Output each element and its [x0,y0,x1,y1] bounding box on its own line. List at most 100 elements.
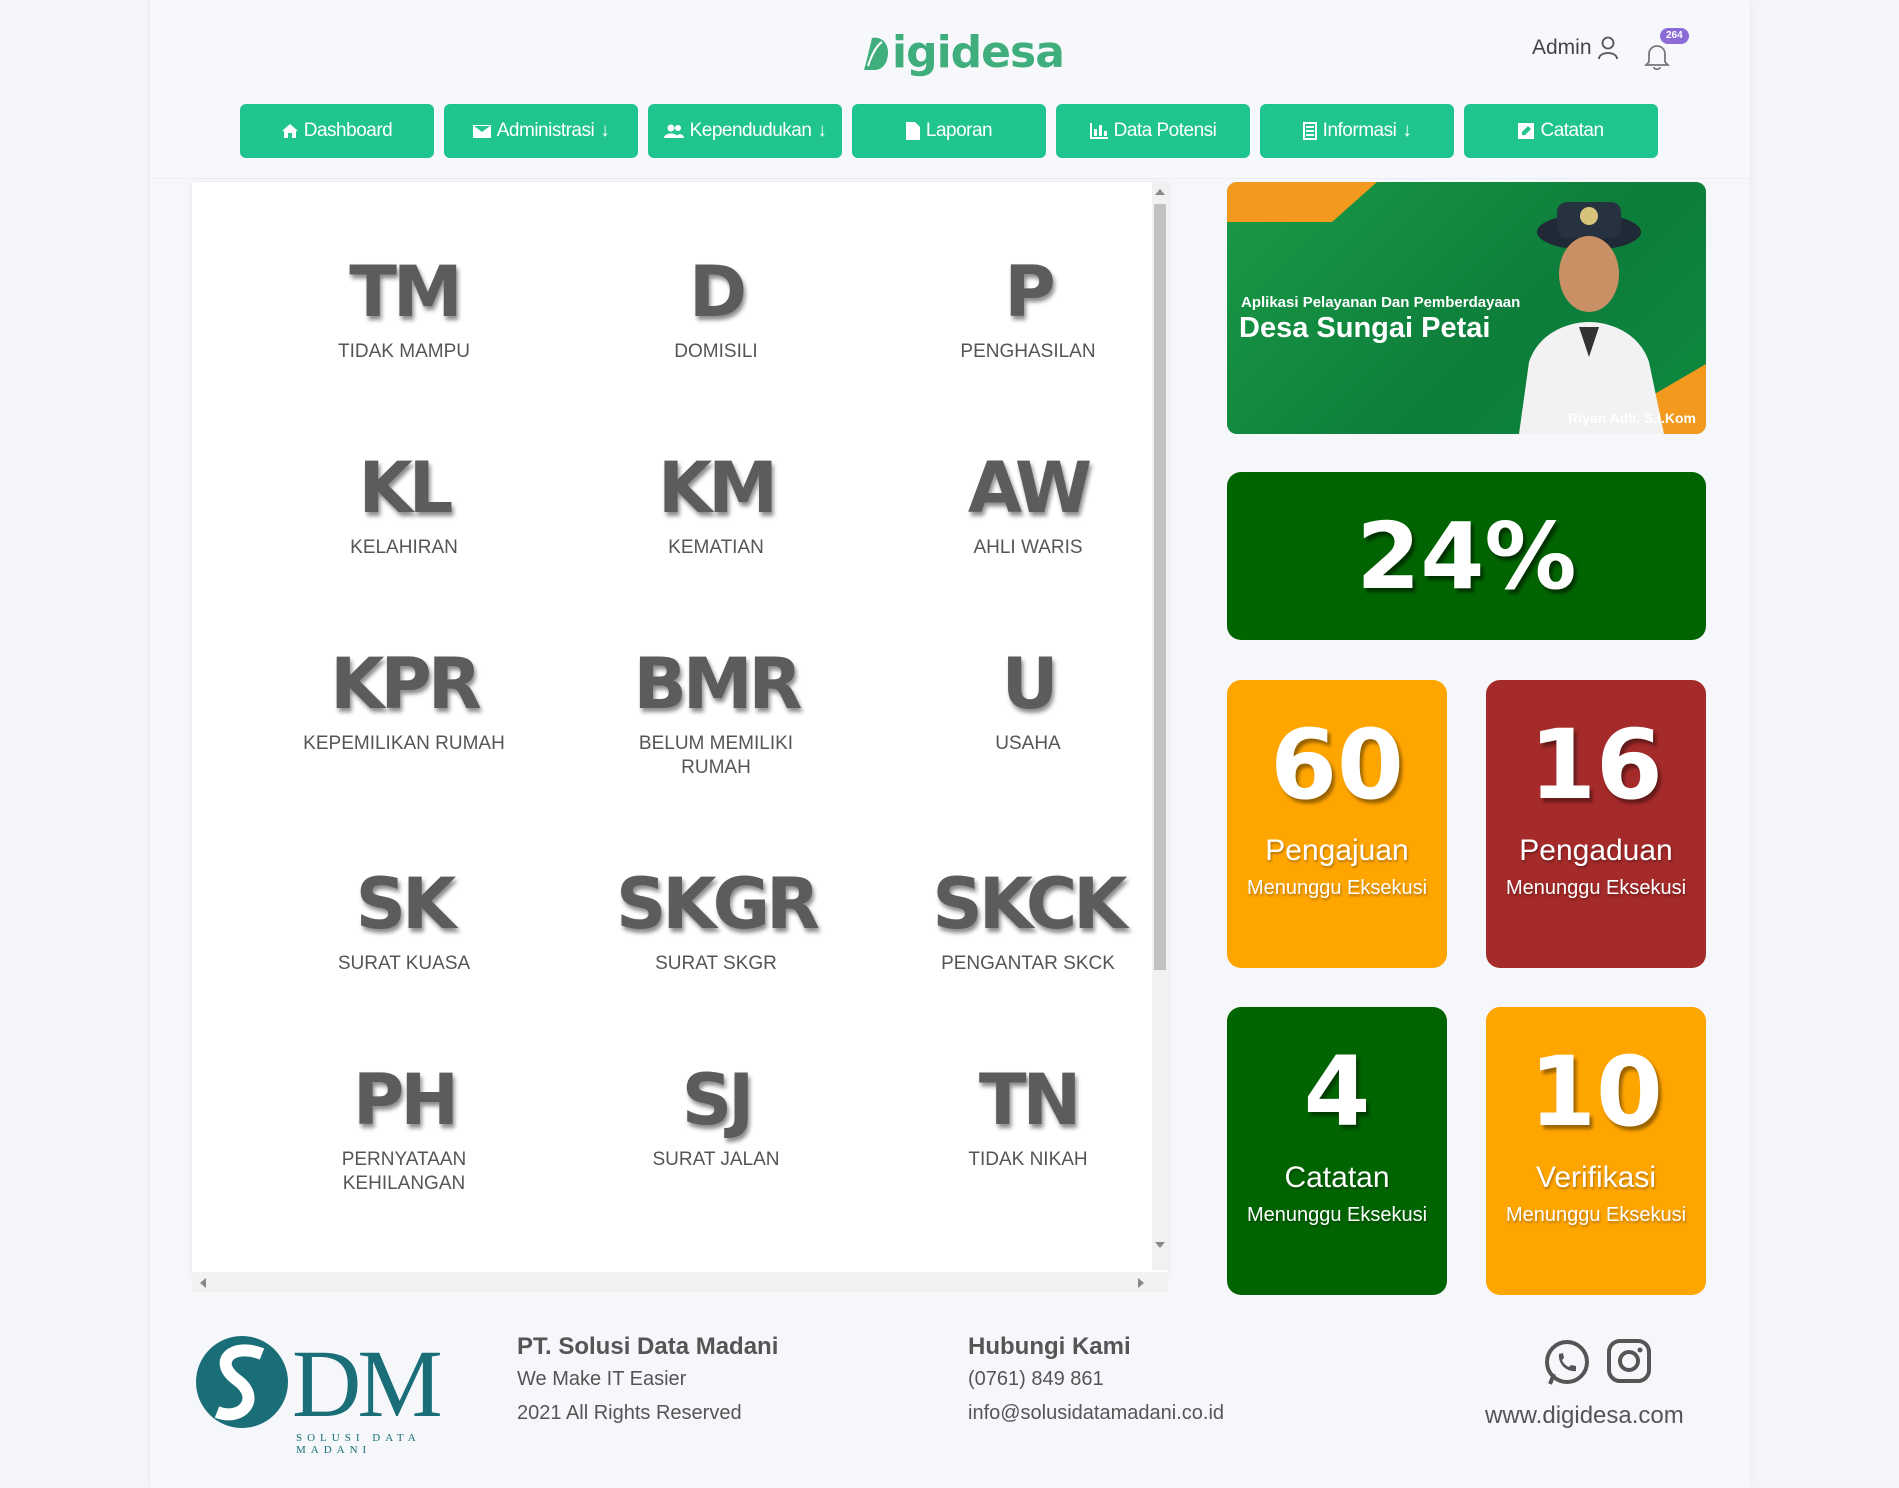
sdm-brand-text: DM [292,1330,443,1437]
letter-label: SURAT KUASA [337,953,471,974]
letter-card-skck[interactable]: SKCK PENGANTAR SKCK [872,794,1184,990]
stat-title: Catatan [1284,1161,1390,1194]
stat-subtitle: Menunggu Eksekusi [1505,877,1687,899]
letter-card-sj[interactable]: SJ SURAT JALAN [560,990,872,1186]
nav-administrasi[interactable]: Administrasi ↓ [444,104,638,158]
letter-code: SK [355,863,457,945]
stat-card-verifikasi[interactable]: 10 Verifikasi Menunggu Eksekusi [1486,1007,1706,1295]
stat-number: 4 [1303,1036,1371,1148]
banner-credit: Riyan Adli, S.I.Kom [1568,410,1696,426]
letter-card-sk[interactable]: SK SURAT KUASA [248,794,560,990]
letter-label: KELAHIRAN [350,537,458,558]
users-icon [663,124,684,138]
letter-card-kl[interactable]: KL KELAHIRAN [248,378,560,574]
nav-label: Data Potensi [1113,120,1217,141]
letter-card-bmr[interactable]: BMR BELUM MEMILIKI RUMAH [560,574,872,778]
scroll-up-arrow-icon[interactable] [1155,189,1165,195]
letter-card-ph[interactable]: PH PERNYATAAN KEHILANGAN [248,990,560,1194]
scroll-right-arrow-icon[interactable] [1138,1278,1144,1288]
horizontal-scrollbar[interactable] [192,1272,1168,1292]
letter-code: KL [358,447,454,529]
letter-code: KM [658,447,778,529]
copyright: 2021 All Rights Reserved [517,1402,742,1424]
village-head-photo-icon [1519,202,1664,434]
letter-card-u[interactable]: U USAHA [872,574,1184,770]
nav-laporan[interactable]: Laporan [852,104,1046,158]
arrow-down-icon: ↓ [1402,120,1412,141]
vertical-scrollbar[interactable] [1152,182,1168,1270]
company-slogan: We Make IT Easier [517,1368,687,1390]
contact-email[interactable]: info@solusidatamadani.co.id [968,1396,1224,1430]
list-icon [1302,122,1317,140]
stat-title: Pengajuan [1265,834,1409,867]
letter-label: KEPEMILIKAN RUMAH [303,733,505,754]
letter-label: KEMATIAN [668,537,764,558]
admin-label: Admin [1532,36,1592,59]
letter-label: USAHA [995,733,1061,754]
stat-subtitle: Menunggu Eksekusi [1246,1204,1428,1226]
arrow-down-icon: ↓ [600,120,610,141]
letter-card-km[interactable]: KM KEMATIAN [560,378,872,574]
admin-menu[interactable]: Admin [1532,36,1618,60]
nav-label: Dashboard [303,120,393,141]
letter-code: TM [349,251,462,333]
stat-title: Pengaduan [1519,834,1673,867]
letter-label: PERNYATAAN KEHILANGAN [341,1149,467,1194]
letter-label: BELUM MEMILIKI RUMAH [638,733,794,778]
footer: DM SOLUSI DATA MADANI PT. Solusi Data Ma… [150,1310,1750,1488]
letter-card-aw[interactable]: AW AHLI WARIS [872,378,1184,574]
scroll-thumb[interactable] [1154,204,1166,970]
edit-icon [1518,123,1535,139]
nav-data-potensi[interactable]: Data Potensi [1056,104,1250,158]
stat-subtitle: Menunggu Eksekusi [1505,1204,1687,1226]
letter-code: U [1001,643,1059,725]
letter-label: DOMISILI [674,341,758,362]
letter-label: TIDAK MAMPU [338,341,470,362]
whatsapp-icon[interactable] [1542,1338,1592,1388]
contact-phone[interactable]: (0761) 849 861 [968,1362,1224,1396]
letter-card-skgr[interactable]: SKGR SURAT SKGR [560,794,872,990]
nav-informasi[interactable]: Informasi ↓ [1260,104,1454,158]
notification-bell[interactable]: 264 [1644,28,1689,71]
letter-card-tm[interactable]: TM TIDAK MAMPU [248,182,560,378]
file-icon [905,122,920,140]
scroll-down-arrow-icon[interactable] [1155,1242,1165,1248]
nav-label: Administrasi [496,120,595,141]
stat-number: 60 [1270,709,1404,821]
stat-title: Verifikasi [1535,1161,1657,1194]
stat-card-pengaduan[interactable]: 16 Pengaduan Menunggu Eksekusi [1486,680,1706,968]
letter-card-d[interactable]: D DOMISILI [560,182,872,378]
nav-kependudukan[interactable]: Kependudukan ↓ [648,104,842,158]
letter-code: SKGR [615,863,820,945]
nav-catatan[interactable]: Catatan [1464,104,1658,158]
banner-tagline: Aplikasi Pelayanan Dan Pemberdayaan [1241,294,1521,311]
scroll-left-arrow-icon[interactable] [200,1278,206,1288]
envelope-icon [472,124,491,138]
logo-text: igidesa [892,26,1065,78]
letter-card-tn[interactable]: TN TIDAK NIKAH [872,990,1184,1186]
progress-percentage-card[interactable]: 24% [1227,472,1706,640]
banner-corner-accent [1227,182,1377,222]
letter-label: AHLI WARIS [973,537,1083,558]
stat-subtitle: Menunggu Eksekusi [1246,877,1428,899]
letter-grid: TM TIDAK MAMPU D DOMISILI P PENGHASILAN … [192,182,1128,1272]
stat-card-pengajuan[interactable]: 60 Pengajuan Menunggu Eksekusi [1227,680,1447,968]
sdm-brand-subtext: SOLUSI DATA MADANI [296,1432,421,1456]
nav-dashboard[interactable]: Dashboard [240,104,434,158]
top-header: igidesa Admin 264 Dashboard Administrasi… [150,0,1750,179]
nav-label: Laporan [925,120,993,141]
nav-label: Informasi [1322,120,1397,141]
notification-badge: 264 [1660,28,1689,44]
letter-label: PENGANTAR SKCK [941,953,1115,974]
letter-card-p[interactable]: P PENGHASILAN [872,182,1184,378]
letter-card-kpr[interactable]: KPR KEPEMILIKAN RUMAH [248,574,560,770]
digidesa-logo[interactable]: igidesa [860,22,1065,82]
instagram-icon[interactable] [1606,1338,1652,1384]
leaf-logo-icon [864,37,888,70]
stat-card-catatan[interactable]: 4 Catatan Menunggu Eksekusi [1227,1007,1447,1295]
letter-code: P [1004,251,1055,333]
nav-label: Kependudukan [689,120,812,141]
letter-code: SJ [681,1059,754,1141]
letter-label: TIDAK NIKAH [968,1149,1088,1170]
website-link[interactable]: www.digidesa.com [1485,1402,1684,1430]
